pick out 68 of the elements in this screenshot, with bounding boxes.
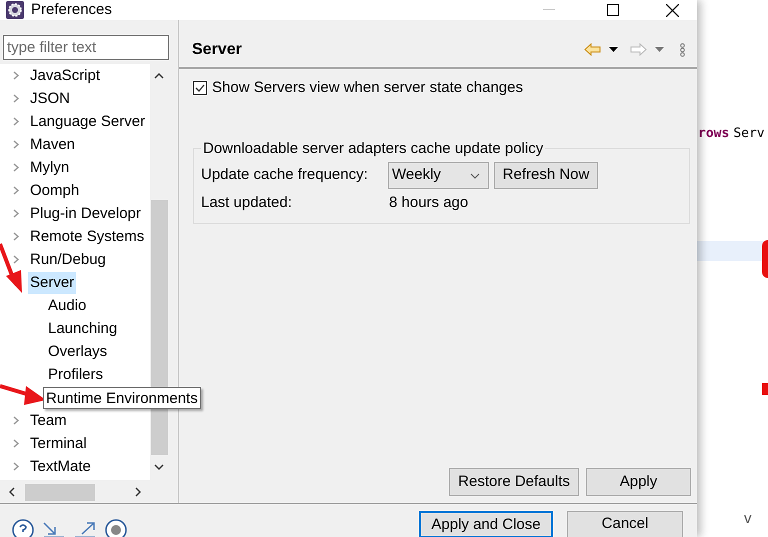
tree-item[interactable]: Terminal — [28, 432, 89, 454]
tree-item[interactable]: JSON — [28, 88, 72, 110]
back-arrow-icon[interactable] — [584, 43, 601, 56]
scroll-up-icon[interactable] — [154, 73, 164, 79]
scrollbar-thumb[interactable] — [25, 484, 95, 501]
chevron-down-icon — [470, 172, 480, 178]
tree-item[interactable]: Audio — [46, 294, 88, 316]
field-label: Last updated: — [201, 192, 293, 212]
code-keyword: rows — [698, 125, 730, 143]
tree-item[interactable]: TextMate — [28, 456, 93, 478]
chevron-right-icon[interactable] — [11, 163, 20, 172]
tree-item[interactable]: Plug-in Developr — [28, 202, 143, 224]
annotation-arrow — [0, 243, 22, 293]
tree-item[interactable]: Remote Systems — [28, 226, 146, 248]
editor-text: v — [744, 509, 752, 529]
tree-item[interactable]: Profilers — [46, 364, 106, 386]
dialog-button[interactable]: Apply — [586, 468, 691, 496]
error-marker — [762, 240, 768, 278]
dialog-button[interactable]: Cancel — [567, 511, 683, 537]
dropdown-caret-icon[interactable] — [609, 47, 618, 52]
chevron-right-icon[interactable] — [11, 94, 20, 103]
close-icon[interactable] — [666, 4, 679, 16]
chevron-right-icon[interactable] — [11, 439, 20, 448]
tree-item[interactable]: Mylyn — [28, 156, 72, 178]
tree-item[interactable]: Overlays — [46, 340, 110, 362]
scroll-right-icon[interactable] — [135, 487, 141, 497]
annotation-arrow — [0, 384, 46, 405]
filter-field[interactable]: type filter text — [3, 35, 169, 60]
chevron-right-icon[interactable] — [11, 140, 20, 149]
tree-item[interactable]: Oomph — [28, 180, 82, 202]
chevron-right-icon[interactable] — [11, 186, 20, 195]
scroll-down-icon[interactable] — [154, 464, 164, 470]
field-value: 8 hours ago — [389, 192, 468, 212]
export-arrow-icon[interactable] — [74, 521, 96, 537]
chevron-right-icon[interactable] — [11, 416, 20, 425]
scroll-left-icon[interactable] — [9, 487, 15, 497]
chevron-right-icon[interactable] — [11, 462, 20, 471]
chevron-right-icon[interactable] — [11, 232, 20, 241]
tree-item[interactable]: Launching — [46, 318, 120, 340]
chevron-right-icon[interactable] — [11, 117, 20, 126]
chevron-right-icon[interactable] — [11, 255, 20, 264]
maximize-icon[interactable] — [607, 4, 619, 16]
chevron-right-icon[interactable] — [11, 71, 20, 80]
tree-item[interactable]: Language Server — [28, 110, 148, 132]
tree-item[interactable]: Server — [28, 272, 76, 294]
dialog-button[interactable]: Restore Defaults — [449, 468, 579, 496]
window-title: Preferences — [31, 0, 112, 20]
field-label: Update cache frequency: — [201, 164, 369, 185]
record-icon[interactable] — [105, 519, 127, 537]
checkbox-label[interactable]: Show Servers view when server state changes — [212, 77, 523, 100]
code-text: Serv — [733, 125, 765, 143]
chevron-right-icon[interactable] — [11, 209, 20, 218]
help-icon[interactable] — [12, 519, 34, 537]
more-options-icon[interactable] — [680, 42, 685, 56]
refresh-now-button[interactable]: Refresh Now — [494, 162, 598, 188]
checkbox[interactable] — [193, 81, 207, 96]
tree-item[interactable]: JavaScript — [28, 64, 102, 86]
tree-item[interactable]: Team — [28, 410, 69, 432]
import-arrow-icon[interactable] — [43, 521, 65, 537]
tree-item[interactable]: Maven — [28, 134, 78, 156]
frequency-dropdown[interactable]: Weekly — [388, 162, 489, 188]
tree-item[interactable]: Run/Debug — [28, 248, 108, 270]
tree-item[interactable]: Runtime Environments — [43, 386, 201, 408]
error-marker — [762, 383, 768, 395]
page-title: Server — [192, 40, 242, 60]
dialog-button[interactable]: Apply and Close — [419, 511, 553, 537]
minimize-icon[interactable] — [543, 9, 555, 11]
forward-arrow-icon[interactable] — [630, 43, 647, 56]
